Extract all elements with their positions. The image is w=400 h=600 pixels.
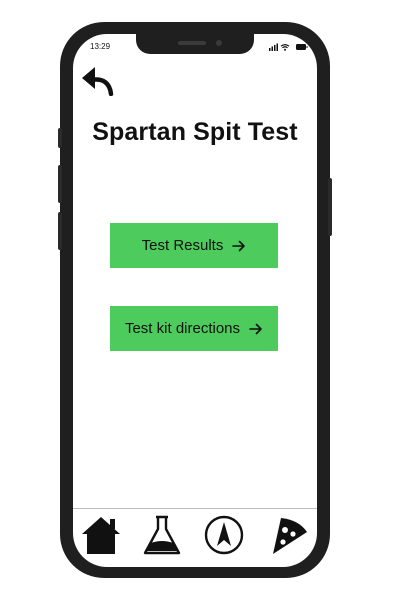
phone-screen: 13:29 Spartan Spit Test Test Results Tes… <box>73 34 317 567</box>
test-results-label: Test Results <box>141 237 224 254</box>
bottom-nav <box>73 508 317 567</box>
page-title: Spartan Spit Test <box>92 118 298 146</box>
canvas: 13:29 Spartan Spit Test Test Results Tes… <box>0 0 400 600</box>
phone-side-button-left-2 <box>58 165 62 203</box>
arrow-right-icon <box>232 240 246 251</box>
front-camera <box>216 40 222 46</box>
phone-side-button-left-3 <box>58 212 62 250</box>
pizza-icon[interactable] <box>269 514 311 556</box>
phone-notch <box>136 34 254 54</box>
flask-icon[interactable] <box>141 514 183 556</box>
status-time: 13:29 <box>90 42 111 51</box>
compass-icon[interactable] <box>203 514 245 556</box>
battery-icon <box>296 44 308 50</box>
signal-icon <box>269 43 278 51</box>
wifi-icon <box>280 44 290 51</box>
phone-side-button-left-1 <box>58 128 62 148</box>
test-kit-directions-button[interactable]: Test kit directions <box>110 306 278 351</box>
arrow-right-icon <box>249 323 262 334</box>
test-results-button[interactable]: Test Results <box>110 223 278 268</box>
speaker-grille <box>178 41 206 45</box>
status-icons <box>269 43 308 51</box>
back-arrow-icon[interactable] <box>81 64 115 96</box>
phone-side-button-right <box>328 178 332 236</box>
home-icon[interactable] <box>80 514 122 556</box>
test-kit-directions-label: Test kit directions <box>124 320 241 337</box>
